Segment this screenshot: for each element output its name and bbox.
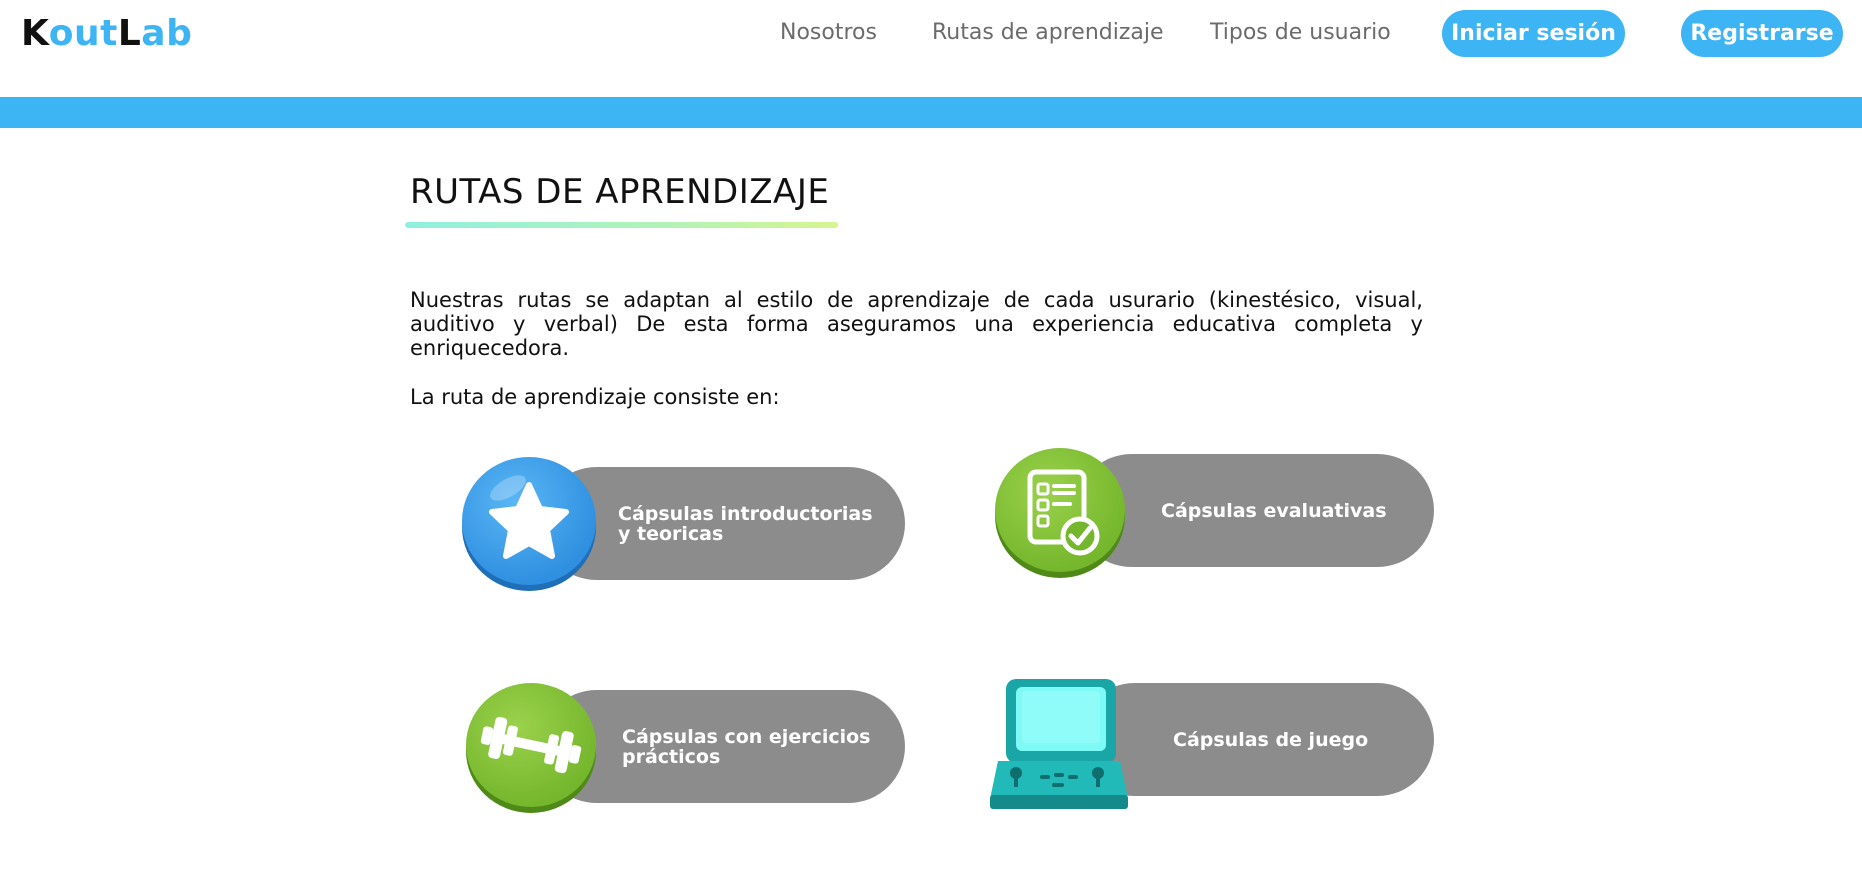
capsule-label: Cápsulas con ejercicios prácticos bbox=[622, 727, 870, 767]
nav-tipos-de-usuario[interactable]: Tipos de usuario bbox=[1210, 18, 1391, 48]
logo-k: K bbox=[21, 13, 49, 54]
page-title: RUTAS DE APRENDIZAJE bbox=[410, 172, 830, 212]
intro-paragraph: Nuestras rutas se adaptan al estilo de a… bbox=[410, 288, 1423, 360]
capsule-label: Cápsulas introductorias y teoricas bbox=[618, 504, 873, 544]
login-button[interactable]: Iniciar sesión bbox=[1442, 10, 1625, 57]
dumbbell-icon bbox=[465, 678, 597, 815]
arcade-icon bbox=[988, 677, 1130, 811]
capsule-label-line2: prácticos bbox=[622, 745, 721, 768]
checklist-icon bbox=[994, 444, 1126, 580]
capsule-label-line1: Cápsulas de juego bbox=[1173, 728, 1369, 751]
logo-l: L bbox=[117, 13, 142, 54]
capsule-label-line1: Cápsulas con ejercicios bbox=[622, 725, 871, 748]
consists-text: La ruta de aprendizaje consiste en: bbox=[410, 385, 780, 409]
title-underline bbox=[405, 222, 838, 228]
logo[interactable]: KoutLab bbox=[21, 12, 192, 56]
capsule-label-line1: Cápsulas introductorias bbox=[618, 502, 873, 525]
capsule-game[interactable]: Cápsulas de juego bbox=[1078, 683, 1434, 796]
nav-nosotros[interactable]: Nosotros bbox=[780, 18, 877, 48]
capsule-label: Cápsulas evaluativas bbox=[1161, 501, 1387, 521]
capsule-label: Cápsulas de juego bbox=[1173, 730, 1368, 750]
register-button[interactable]: Registrarse bbox=[1681, 10, 1843, 57]
header: KoutLab Nosotros Rutas de aprendizaje Ti… bbox=[0, 0, 1862, 97]
header-band bbox=[0, 97, 1862, 128]
nav-rutas-de-aprendizaje[interactable]: Rutas de aprendizaje bbox=[932, 18, 1164, 48]
capsule-evaluative[interactable]: Cápsulas evaluativas bbox=[1075, 454, 1434, 567]
logo-out: out bbox=[48, 13, 118, 54]
logo-ab: ab bbox=[141, 13, 193, 54]
capsule-label-line2: y teoricas bbox=[618, 522, 724, 545]
capsule-label-line1: Cápsulas evaluativas bbox=[1161, 499, 1387, 522]
star-icon bbox=[460, 453, 598, 593]
